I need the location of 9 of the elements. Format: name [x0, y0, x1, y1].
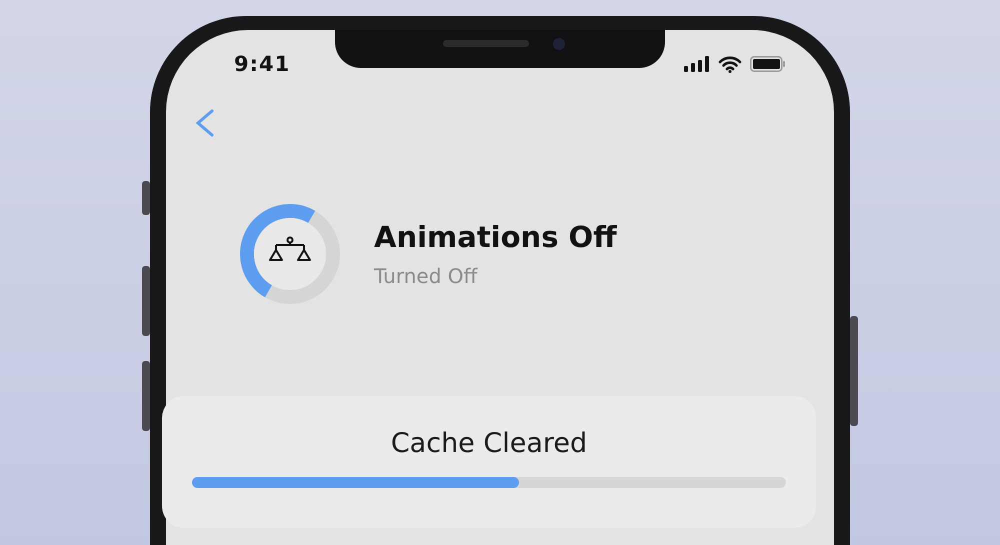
balance-scale-icon: [269, 236, 311, 261]
status-time: 9:41: [234, 52, 290, 76]
battery-icon: [750, 56, 786, 72]
card-title: Cache Cleared: [390, 428, 588, 459]
wifi-icon: [718, 56, 742, 72]
setting-title: Animations Off: [374, 220, 617, 254]
setting-status: Turned Off: [374, 264, 479, 288]
camera-icon: [553, 38, 565, 50]
signal-icon: [684, 56, 710, 72]
